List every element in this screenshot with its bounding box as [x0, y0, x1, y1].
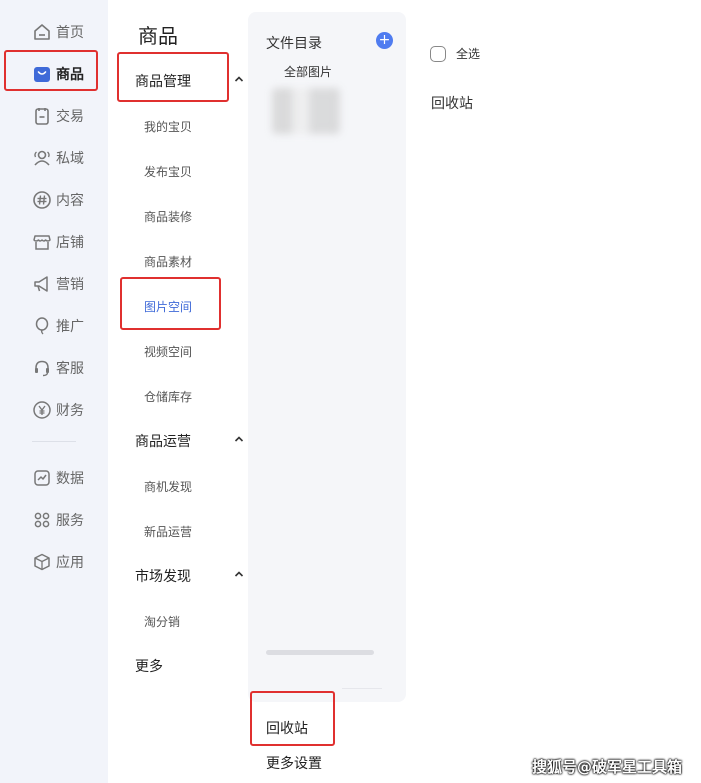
- rail-item-finance[interactable]: 财务: [10, 392, 96, 428]
- nav-warehouse-inventory[interactable]: 仓储库存: [144, 388, 192, 405]
- rail-label: 营销: [56, 277, 84, 293]
- hashtag-icon: [30, 188, 54, 212]
- rail-item-marketing[interactable]: 营销: [10, 266, 96, 302]
- rail-item-apps[interactable]: 应用: [10, 544, 96, 580]
- rail-item-services[interactable]: 服务: [10, 502, 96, 538]
- plus-icon: +: [378, 32, 391, 48]
- rail-label: 首页: [56, 25, 84, 41]
- blurred-folder-list: [272, 88, 340, 134]
- select-all-checkbox[interactable]: 全选: [430, 45, 480, 62]
- rail-item-customer-service[interactable]: 客服: [10, 350, 96, 386]
- annotation-box-products: [4, 50, 98, 91]
- rail-label: 私域: [56, 151, 84, 167]
- grid-icon: [30, 508, 54, 532]
- group-label: 商品运营: [135, 434, 191, 450]
- nav-opportunity-discovery[interactable]: 商机发现: [144, 478, 192, 495]
- megaphone-icon: [30, 272, 54, 296]
- rail-label: 推广: [56, 319, 84, 335]
- more-settings-link[interactable]: 更多设置: [266, 753, 322, 773]
- rail-divider: [32, 441, 76, 442]
- nav-video-space[interactable]: 视频空间: [144, 343, 192, 360]
- folder-all-images[interactable]: 全部图片: [284, 63, 332, 80]
- watermark: 搜狐号@破军星工具箱: [532, 758, 683, 776]
- balloon-icon: [30, 314, 54, 338]
- horizontal-scrollbar[interactable]: [266, 650, 374, 655]
- headset-icon: [30, 356, 54, 380]
- recycle-bin-heading: 回收站: [431, 96, 473, 112]
- add-folder-button[interactable]: +: [376, 32, 393, 49]
- rail-label: 内容: [56, 193, 84, 209]
- rail-label: 服务: [56, 513, 84, 529]
- group-product-operations[interactable]: 商品运营: [135, 426, 245, 456]
- select-all-label: 全选: [456, 47, 481, 61]
- nav-publish-item[interactable]: 发布宝贝: [144, 163, 192, 180]
- group-market-discovery[interactable]: 市场发现: [135, 561, 245, 591]
- chevron-up-icon: [233, 433, 245, 445]
- nav-my-items[interactable]: 我的宝贝: [144, 118, 192, 135]
- annotation-box-image-space: [120, 277, 221, 330]
- home-icon: [30, 20, 54, 44]
- nav-new-product-operations[interactable]: 新品运营: [144, 523, 192, 540]
- rail-item-private-domain[interactable]: 私域: [10, 140, 96, 176]
- rail-item-content[interactable]: 内容: [10, 182, 96, 218]
- rail-label: 交易: [56, 109, 84, 125]
- folder-directory-title: 文件目录: [266, 36, 322, 52]
- nav-more[interactable]: 更多: [135, 656, 163, 676]
- cube-icon: [30, 550, 54, 574]
- rail-label: 数据: [56, 471, 84, 487]
- chart-icon: [30, 466, 54, 490]
- primary-nav-rail: 首页 商品 交易 私域 内容 店铺 营销 推广 客服 财务 数据 服务 应用: [0, 0, 108, 783]
- chevron-up-icon: [233, 568, 245, 580]
- rail-label: 客服: [56, 361, 84, 377]
- nav-tao-distribution[interactable]: 淘分销: [144, 613, 180, 630]
- clipboard-icon: [30, 104, 54, 128]
- rail-item-store[interactable]: 店铺: [10, 224, 96, 260]
- annotation-box-product-management: [117, 52, 229, 102]
- folder-directory-panel: 文件目录 + 全部图片: [248, 12, 406, 702]
- yuan-icon: [30, 398, 54, 422]
- rail-label: 应用: [56, 555, 84, 571]
- checkbox-box[interactable]: [430, 45, 446, 62]
- rail-label: 店铺: [56, 235, 84, 251]
- rail-item-data[interactable]: 数据: [10, 460, 96, 496]
- chevron-up-icon: [233, 73, 245, 85]
- subnav-title: 商品: [138, 24, 178, 48]
- rail-item-home[interactable]: 首页: [10, 14, 96, 50]
- annotation-box-recycle-bin: [250, 691, 335, 746]
- rail-label: 财务: [56, 403, 84, 419]
- nav-item-decoration[interactable]: 商品装修: [144, 208, 192, 225]
- rail-item-trade[interactable]: 交易: [10, 98, 96, 134]
- rail-item-promotion[interactable]: 推广: [10, 308, 96, 344]
- users-icon: [30, 146, 54, 170]
- nav-item-materials[interactable]: 商品素材: [144, 253, 192, 270]
- product-subnav: 商品 商品管理 我的宝贝 发布宝贝 商品装修 商品素材 图片空间 视频空间 仓储…: [108, 0, 248, 783]
- group-label: 市场发现: [135, 569, 191, 585]
- divider: [342, 688, 382, 689]
- store-icon: [30, 230, 54, 254]
